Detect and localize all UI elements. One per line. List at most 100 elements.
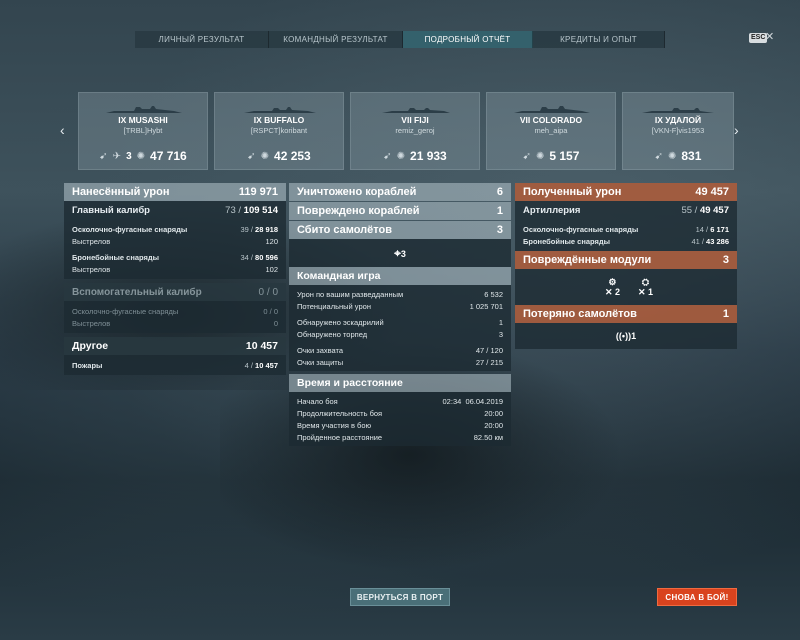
damage-icon: ✺ [667, 150, 677, 162]
damage-icon: ✺ [535, 150, 545, 162]
received-ap-hits: 41 [691, 236, 700, 246]
ship-stats: ➹ ✺ 21 933 [359, 149, 471, 163]
other-section: Пожары 4 / 10 457 [64, 355, 286, 375]
tab-team-result[interactable]: КОМАНДНЫЙ РЕЗУЛЬТАТ [269, 31, 403, 48]
ship-stats: ➹ ✺ 5 157 [495, 149, 607, 163]
ap-shots-row: Выстрелов 102 [64, 263, 286, 275]
artillery-section: Артиллерия 55 / 49 457 Осколочно-фугасны… [515, 201, 737, 251]
damage-value: 47 716 [150, 149, 187, 163]
cruiser-silhouette-icon [382, 108, 450, 113]
time-in-battle-row: Время участия в бою 20:00 [289, 419, 511, 431]
damage-icon: ✺ [136, 150, 146, 162]
planes-lost-value: 1 [722, 308, 729, 320]
ship-name: IX MUSASHI [118, 115, 168, 125]
ap-shells-row: Бронебойные снаряды 34 / 80 596 [72, 252, 278, 262]
ship-card-fiji[interactable]: VII FIJI remiz_geroj ➹ ✺ 21 933 [350, 92, 480, 170]
planes-shot-label: Сбито самолётов [297, 224, 393, 236]
torpedoes-spotted-label: Обнаружено торпед [297, 329, 368, 339]
ship-stats: ➹ ✺ 42 253 [223, 149, 335, 163]
ship-name: IX BUFFALO [253, 115, 305, 125]
secondary-shots-row: Выстрелов 0 [64, 317, 286, 329]
damage-value: 5 157 [549, 149, 580, 163]
secondary-he-damage: 0 [273, 306, 278, 316]
player-name: [RSPCT]koribant [250, 126, 308, 135]
distance-row: Пройденное расстояние 82.50 км [289, 431, 511, 443]
capture-points-row: Очки захвата 47 / 120 [297, 345, 503, 355]
damage-value: 42 253 [274, 149, 311, 163]
artillery-label: Артиллерия [523, 204, 581, 216]
ships-destroyed-row: Уничтожено кораблей 6 [289, 183, 511, 201]
damage-value: 831 [681, 149, 702, 163]
team-play-section: Урон по вашим разведданным 6 532 Потенциа… [289, 285, 511, 371]
ap-damage: 80 596 [255, 252, 278, 262]
tab-credits-xp[interactable]: КРЕДИТЫ И ОПЫТ [533, 31, 665, 48]
potential-damage-row: Потенциальный урон 1 025 701 [289, 300, 511, 312]
defense-points-label: Очки защиты [297, 357, 344, 367]
distance-value: 82.50 км [473, 432, 503, 442]
other-header: Другое 10 457 [64, 337, 286, 355]
battle-again-button[interactable]: СНОВА В БОЙ! [657, 588, 737, 606]
received-ap-label: Бронебойные снаряды [523, 236, 611, 246]
squadrons-spotted-value: 1 [498, 317, 503, 327]
module-1-count: 2 [614, 287, 620, 297]
battle-duration-row: Продолжительность боя 20:00 [289, 407, 511, 419]
received-ap-damage: 43 286 [706, 236, 729, 246]
damage-received-value: 49 457 [695, 186, 729, 198]
ship-stats: ➹ ✈ 3 ✺ 47 716 [87, 149, 199, 163]
planes-shot-row: Сбито самолётов 3 [289, 221, 511, 239]
destroyer-silhouette-icon [642, 108, 714, 113]
tab-personal-result[interactable]: ЛИЧНЫЙ РЕЗУЛЬТАТ [135, 31, 269, 48]
damage-dealt-header: Нанесённый урон 119 971 [64, 183, 286, 201]
plane-lost-icon: ((•))1 [615, 331, 637, 341]
prev-arrow-icon[interactable]: ‹ [60, 122, 65, 138]
he-shells-row: Осколочно-фугасные снаряды 39 / 28 918 [72, 224, 278, 234]
plane-shot-icon: ⌖3 [394, 245, 406, 260]
ship-card-musashi[interactable]: IX MUSASHI [TRBL]Hybt ➹ ✈ 3 ✺ 47 716 [78, 92, 208, 170]
time-distance-title: Время и расстояние [297, 377, 403, 389]
ship-card-buffalo[interactable]: IX BUFFALO [RSPCT]koribant ➹ ✺ 42 253 [214, 92, 344, 170]
tab-detailed-report[interactable]: ПОДРОБНЫЙ ОТЧЁТ [403, 31, 533, 48]
battle-start-label: Начало боя [297, 396, 338, 406]
secondary-hits: 0 [258, 286, 265, 298]
fires-row: Пожары 4 / 10 457 [72, 360, 278, 370]
damage-type-icon: ➹ [247, 150, 256, 162]
ship-card-udaloy[interactable]: IX УДАЛОЙ [VKN-F]vis1953 ➹ ✺ 831 [622, 92, 734, 170]
main-caliber-label: Главный калибр [72, 204, 150, 216]
fires-damage: 10 457 [255, 360, 278, 370]
planes-lost-header: Потеряно самолётов 1 [515, 305, 737, 323]
secondary-shots-value: 0 [273, 318, 278, 328]
damage-icon: ✺ [396, 150, 406, 162]
time-in-battle-value: 20:00 [484, 420, 503, 430]
received-he-damage: 6 171 [710, 224, 729, 234]
defense-points-row: Очки защиты 27 / 215 [297, 357, 503, 367]
he-shots-row: Выстрелов 120 [64, 235, 286, 247]
battle-start-row: Начало боя 02:34 06.04.2019 [289, 395, 511, 407]
close-icon[interactable]: ✕ [765, 30, 774, 43]
planes-lost-label: Потеряно самолётов [523, 308, 637, 320]
spotting-damage-label: Урон по вашим разведданным [297, 289, 404, 299]
return-to-port-button[interactable]: ВЕРНУТЬСЯ В ПОРТ [350, 588, 450, 606]
secondary-he-label: Осколочно-фугасные снаряды [72, 306, 179, 316]
module-icon-1: ⚙ ✕ 2 [604, 277, 620, 297]
ships-destroyed-label: Уничтожено кораблей [297, 186, 417, 198]
he-shots-label: Выстрелов [72, 236, 111, 246]
player-name: [VKN-F]vis1953 [651, 126, 705, 135]
ship-name: IX УДАЛОЙ [654, 115, 702, 125]
battleship-silhouette-icon [106, 106, 182, 113]
damaged-modules-value: 3 [722, 254, 729, 266]
secondary-caliber-header: Вспомогательный калибр 0 / 0 [64, 283, 286, 301]
time-in-battle-label: Время участия в бою [297, 420, 372, 430]
main-caliber-hits: 73 [225, 204, 236, 216]
damage-type-icon: ➹ [522, 150, 531, 162]
distance-label: Пройденное расстояние [297, 432, 383, 442]
he-hits: 39 [240, 224, 249, 234]
ship-card-colorado[interactable]: VII COLORADO meh_aipa ➹ ✺ 5 157 [486, 92, 616, 170]
ships-damaged-value: 1 [496, 205, 503, 217]
secondary-caliber-label: Вспомогательный калибр [72, 286, 202, 298]
ship-name: VII FIJI [401, 115, 429, 125]
capture-points-total: 120 [490, 345, 503, 355]
main-caliber-row: Главный калибр 73 / 109 514 [72, 204, 278, 216]
spotting-damage-value: 6 532 [484, 289, 503, 299]
plane-shot-count: 3 [400, 248, 406, 259]
next-arrow-icon[interactable]: › [734, 122, 739, 138]
